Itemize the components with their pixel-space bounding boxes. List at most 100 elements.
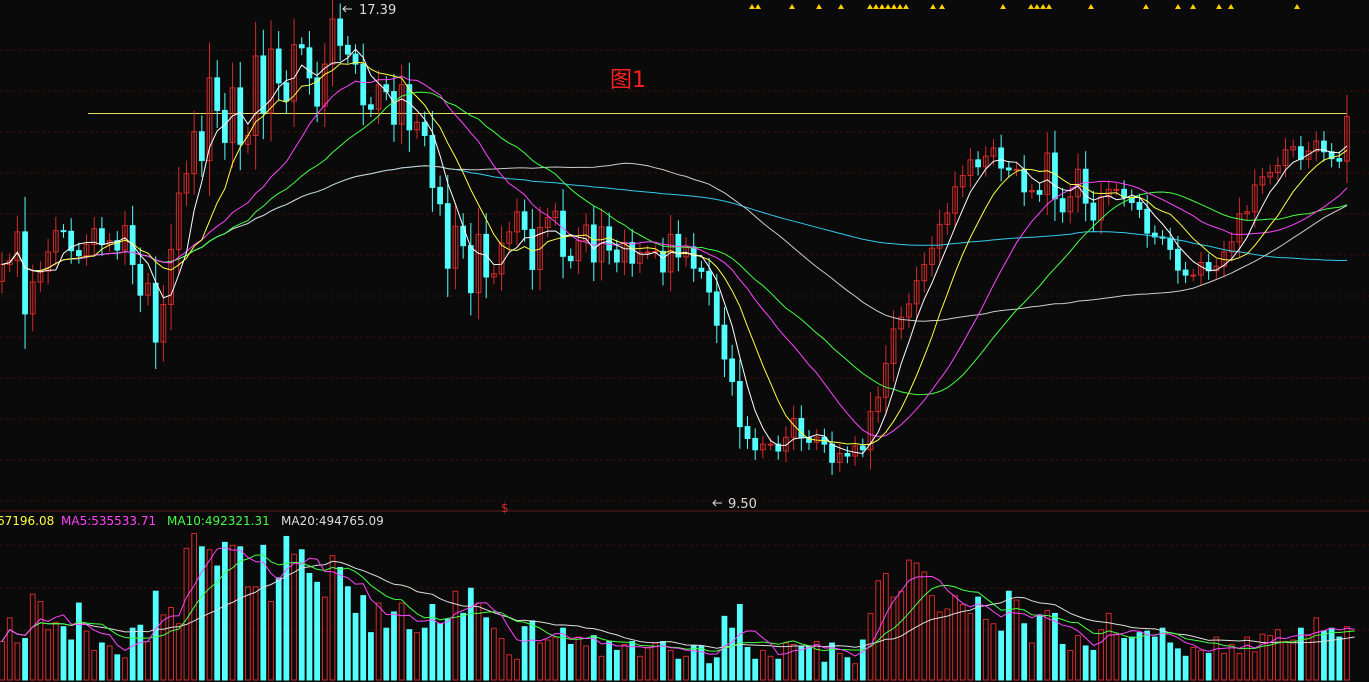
volume-bar bbox=[736, 604, 743, 681]
volume-bar bbox=[306, 572, 313, 681]
volume-ma-partial: 67196.08 bbox=[0, 514, 54, 528]
volume-bar bbox=[1205, 652, 1212, 681]
candle-body bbox=[613, 249, 620, 263]
volume-bar bbox=[137, 624, 144, 681]
stock-chart: 17.39 9.50 图1 $ 67196.08 MA5:535533.71 M… bbox=[0, 0, 1369, 682]
volume-bar bbox=[60, 626, 67, 681]
volume-bar bbox=[1036, 614, 1043, 681]
volume-bar bbox=[1021, 623, 1028, 681]
candle-body bbox=[99, 228, 105, 245]
volume-bar bbox=[660, 641, 666, 681]
volume-bar bbox=[821, 661, 828, 681]
candle-body bbox=[152, 282, 159, 343]
candle-body bbox=[859, 445, 866, 451]
candle-body bbox=[421, 121, 428, 136]
candle-body bbox=[752, 438, 759, 451]
high-price-label: 17.39 bbox=[359, 3, 396, 18]
volume-bar bbox=[606, 641, 613, 681]
candle-body bbox=[1005, 167, 1012, 171]
volume-bar bbox=[99, 642, 105, 681]
candle-body bbox=[729, 358, 736, 383]
candle-body bbox=[1059, 198, 1066, 213]
volume-bar bbox=[1298, 627, 1304, 681]
volume-bar bbox=[460, 612, 467, 681]
candle-body bbox=[344, 44, 351, 55]
candle-body bbox=[1182, 269, 1189, 276]
candle-body bbox=[237, 87, 244, 145]
candle-body bbox=[306, 47, 313, 79]
volume-bar bbox=[1128, 636, 1135, 681]
candle-body bbox=[1144, 208, 1151, 234]
volume-bar bbox=[1182, 655, 1189, 681]
chart-background bbox=[0, 0, 1369, 682]
candle-body bbox=[298, 44, 305, 49]
volume-bar bbox=[298, 549, 305, 681]
volume-bar bbox=[275, 577, 282, 681]
volume-bar bbox=[391, 611, 397, 681]
candle-body bbox=[706, 270, 712, 293]
candle-body bbox=[429, 134, 436, 188]
volume-bar bbox=[1090, 649, 1097, 681]
candle-body bbox=[360, 63, 367, 106]
volume-bar bbox=[829, 642, 835, 681]
volume-bar bbox=[713, 657, 720, 681]
candle-body bbox=[1082, 168, 1089, 204]
candle-body bbox=[1113, 188, 1120, 191]
candle-body bbox=[260, 55, 267, 114]
volume-bar bbox=[1151, 636, 1158, 681]
candle-body bbox=[214, 77, 221, 111]
candle-body bbox=[460, 225, 467, 247]
volume-bar bbox=[675, 658, 682, 681]
volume-bar bbox=[844, 657, 851, 681]
volume-ma20: MA20:494765.09 bbox=[281, 514, 384, 528]
volume-bar bbox=[360, 595, 367, 681]
volume-bar bbox=[383, 627, 390, 681]
volume-bar bbox=[567, 643, 574, 681]
candle-body bbox=[437, 186, 443, 205]
candle-body bbox=[590, 224, 597, 263]
volume-bar bbox=[437, 623, 443, 681]
volume-bar bbox=[1159, 627, 1166, 681]
volume-bar bbox=[352, 612, 359, 681]
candle-body bbox=[1136, 201, 1143, 210]
low-price-label: 9.50 bbox=[728, 497, 757, 512]
candle-body bbox=[767, 443, 774, 446]
volume-bar bbox=[1082, 645, 1089, 681]
volume-ma-legend: 67196.08 MA5:535533.71 MA10:492321.31 MA… bbox=[0, 514, 384, 528]
candle-body bbox=[629, 242, 636, 264]
volume-bar bbox=[521, 626, 528, 681]
candle-body bbox=[736, 381, 743, 428]
candle-body bbox=[975, 159, 981, 168]
volume-bar bbox=[483, 617, 490, 681]
volume-bar bbox=[368, 632, 374, 681]
candle-body bbox=[829, 443, 835, 463]
candle-body bbox=[391, 91, 397, 125]
candle-body bbox=[644, 251, 651, 254]
candle-body bbox=[75, 250, 82, 257]
candle-body bbox=[560, 210, 566, 257]
volume-bar bbox=[1136, 632, 1143, 681]
volume-bar bbox=[1336, 636, 1343, 681]
candle-body bbox=[567, 255, 574, 262]
candle-body bbox=[1036, 190, 1043, 195]
volume-bar bbox=[129, 627, 136, 681]
volume-bar bbox=[1144, 630, 1151, 681]
candle-body bbox=[660, 250, 666, 273]
candle-body bbox=[1175, 248, 1181, 271]
candle-body bbox=[1336, 158, 1343, 162]
volume-ma10: MA10:492321.31 bbox=[167, 514, 270, 528]
volume-bar bbox=[798, 645, 805, 681]
volume-bar bbox=[237, 546, 244, 681]
volume-bar bbox=[1175, 648, 1181, 681]
candle-body bbox=[744, 426, 751, 440]
volume-bar bbox=[421, 627, 428, 681]
volume-bar bbox=[429, 604, 436, 681]
volume-bar bbox=[775, 658, 782, 681]
volume-bar bbox=[198, 546, 205, 681]
candle-body bbox=[198, 131, 205, 162]
volume-bar bbox=[314, 581, 320, 681]
volume-bar bbox=[560, 627, 566, 681]
candle-body bbox=[521, 211, 528, 230]
candle-body bbox=[337, 18, 344, 46]
candle-body bbox=[844, 453, 851, 457]
